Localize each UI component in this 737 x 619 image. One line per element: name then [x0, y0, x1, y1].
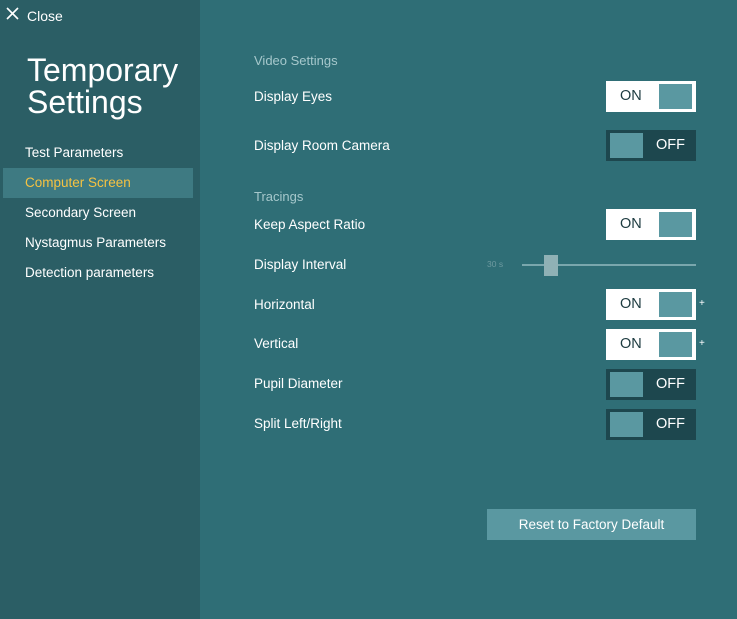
- page-title: Temporary Settings: [27, 54, 197, 118]
- toggle-knob: [659, 292, 692, 317]
- horizontal-expand-plus[interactable]: +: [699, 298, 705, 309]
- display-room-camera-label: Display Room Camera: [254, 138, 390, 153]
- split-left-right-label: Split Left/Right: [254, 416, 342, 431]
- reset-to-factory-default-button[interactable]: Reset to Factory Default: [487, 509, 696, 540]
- horizontal-toggle[interactable]: ON: [606, 289, 696, 320]
- close-button[interactable]: Close: [6, 6, 63, 26]
- toggle-state: ON: [620, 296, 642, 312]
- split-left-right-toggle[interactable]: OFF: [606, 409, 696, 440]
- settings-panel: Video Settings Display Eyes ON Display R…: [200, 0, 737, 619]
- display-interval-label: Display Interval: [254, 257, 347, 272]
- sidebar-nav: Test Parameters Computer Screen Secondar…: [0, 138, 200, 288]
- display-eyes-toggle[interactable]: ON: [606, 81, 696, 112]
- toggle-knob: [659, 84, 692, 109]
- vertical-label: Vertical: [254, 336, 299, 351]
- pupil-diameter-toggle[interactable]: OFF: [606, 369, 696, 400]
- sidebar-item-detection-parameters[interactable]: Detection parameters: [0, 258, 200, 288]
- horizontal-label: Horizontal: [254, 297, 315, 312]
- vertical-expand-plus[interactable]: +: [699, 338, 705, 349]
- keep-aspect-ratio-label: Keep Aspect Ratio: [254, 217, 366, 232]
- sidebar-item-computer-screen[interactable]: Computer Screen: [3, 168, 193, 198]
- close-label: Close: [27, 8, 63, 24]
- display-interval-slider-thumb[interactable]: [544, 255, 558, 276]
- section-heading-video-settings: Video Settings: [254, 53, 338, 68]
- toggle-state: ON: [620, 88, 642, 104]
- sidebar-item-nystagmus-parameters[interactable]: Nystagmus Parameters: [0, 228, 200, 258]
- keep-aspect-ratio-toggle[interactable]: ON: [606, 209, 696, 240]
- toggle-knob: [610, 133, 643, 158]
- close-icon: [6, 7, 19, 25]
- section-heading-tracings: Tracings: [254, 189, 304, 204]
- toggle-knob: [610, 372, 643, 397]
- sidebar-item-secondary-screen[interactable]: Secondary Screen: [0, 198, 200, 228]
- toggle-state: OFF: [656, 416, 685, 432]
- sidebar: Close Temporary Settings Test Parameters…: [0, 0, 200, 619]
- page-title-line1: Temporary: [27, 52, 179, 88]
- vertical-toggle[interactable]: ON: [606, 329, 696, 360]
- toggle-knob: [659, 212, 692, 237]
- toggle-state: ON: [620, 336, 642, 352]
- page-title-line2: Settings: [27, 84, 143, 120]
- pupil-diameter-label: Pupil Diameter: [254, 376, 343, 391]
- sidebar-item-test-parameters[interactable]: Test Parameters: [0, 138, 200, 168]
- toggle-knob: [610, 412, 643, 437]
- toggle-state: OFF: [656, 376, 685, 392]
- toggle-state: OFF: [656, 137, 685, 153]
- toggle-knob: [659, 332, 692, 357]
- toggle-state: ON: [620, 216, 642, 232]
- display-eyes-label: Display Eyes: [254, 89, 333, 104]
- display-room-camera-toggle[interactable]: OFF: [606, 130, 696, 161]
- display-interval-value: 30 s: [487, 259, 504, 269]
